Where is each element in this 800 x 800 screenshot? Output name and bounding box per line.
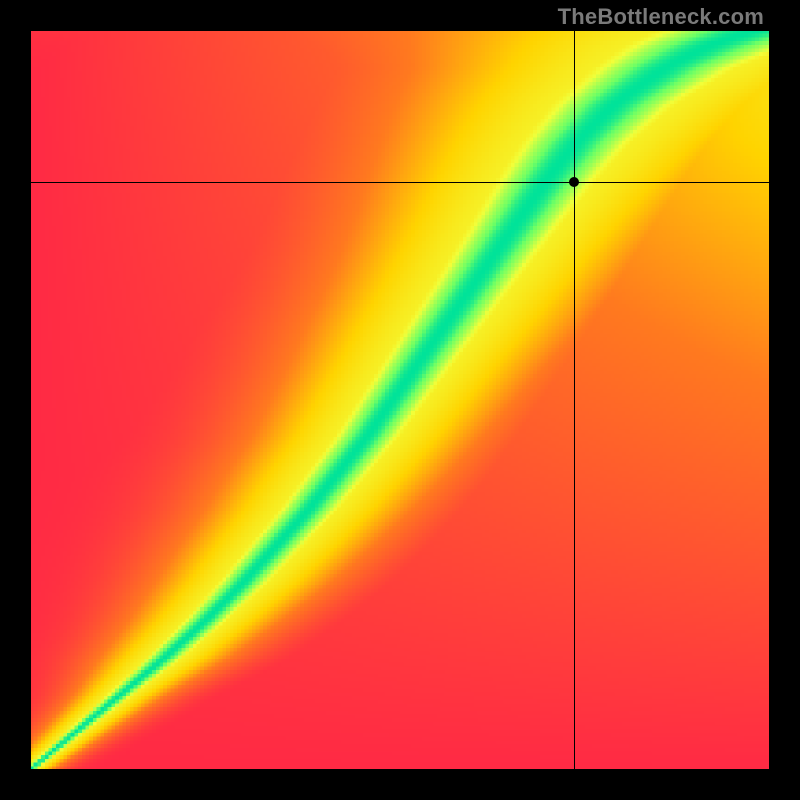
marker-point	[569, 177, 579, 187]
watermark-text: TheBottleneck.com	[558, 4, 764, 30]
crosshair-horizontal	[30, 182, 770, 183]
plot-area	[30, 30, 770, 770]
crosshair-vertical	[574, 30, 575, 770]
stage: TheBottleneck.com	[0, 0, 800, 800]
heatmap-canvas	[30, 30, 770, 770]
